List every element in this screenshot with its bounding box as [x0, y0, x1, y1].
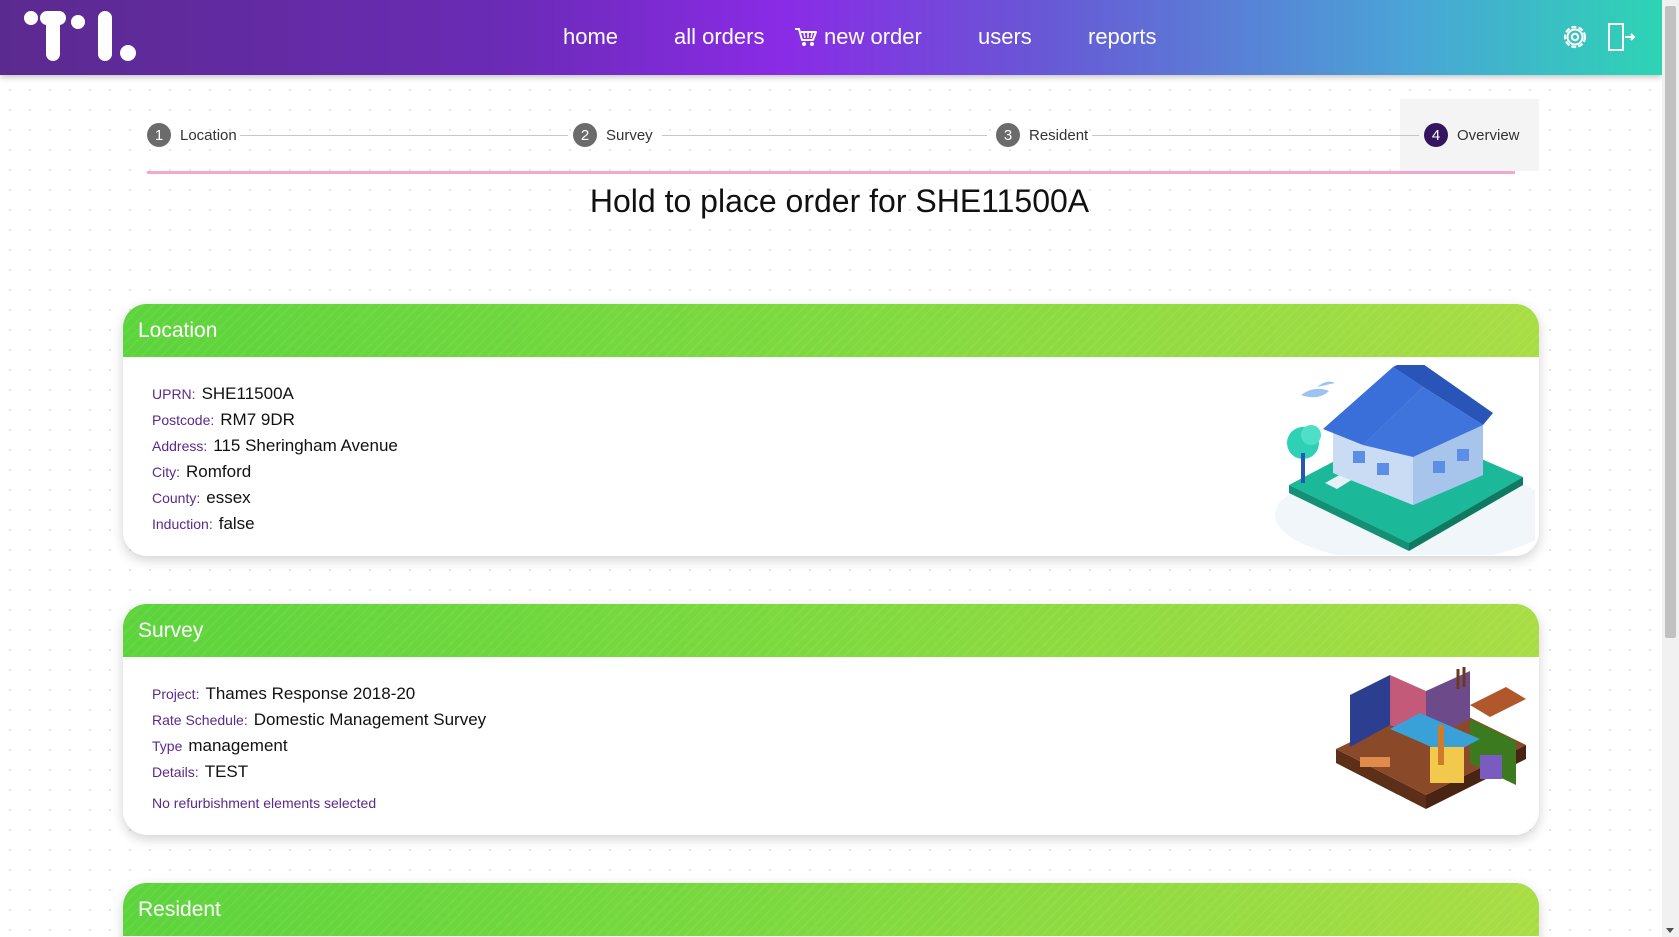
- logout-icon[interactable]: [1606, 22, 1636, 52]
- field-key: Details:: [152, 764, 199, 780]
- field-key: Rate Schedule:: [152, 712, 248, 728]
- field-key: Induction:: [152, 516, 213, 532]
- survey-card-body: Project: Thames Response 2018-20 Rate Sch…: [123, 657, 1539, 835]
- survey-field-type: Type management: [152, 733, 1510, 759]
- field-value: 115 Sheringham Avenue: [213, 436, 398, 455]
- stepper-progress-underline: [147, 171, 1515, 174]
- field-key: UPRN:: [152, 386, 196, 402]
- survey-card-header: Survey: [123, 604, 1539, 657]
- field-value: management: [188, 736, 288, 755]
- location-card: Location UPRN: SHE11500A Postcode: RM7 9DR…: [123, 304, 1539, 556]
- nav-all-orders[interactable]: all orders: [674, 22, 764, 52]
- top-navigation-bar: home all orders new order users reports: [0, 0, 1662, 75]
- step-label: Survey: [606, 126, 653, 144]
- refurbishment-note: No refurbishment elements selected: [152, 795, 377, 811]
- field-value: Thames Response 2018-20: [205, 684, 416, 703]
- field-key: City:: [152, 464, 180, 480]
- step-location[interactable]: 1 Location: [147, 123, 237, 147]
- field-value: Romford: [186, 462, 252, 481]
- house-illustration: [1275, 365, 1535, 555]
- step-connector: [662, 135, 987, 136]
- field-key: County:: [152, 490, 201, 506]
- step-label: Resident: [1029, 126, 1089, 144]
- survey-field-rate-schedule: Rate Schedule: Domestic Management Survey: [152, 707, 1510, 733]
- page-title[interactable]: Hold to place order for SHE11500A: [0, 183, 1679, 220]
- nav-users[interactable]: users: [978, 22, 1032, 52]
- step-number: 2: [573, 123, 597, 147]
- resident-card: Resident: [123, 883, 1539, 937]
- field-key: Type: [152, 738, 183, 754]
- step-number: 3: [996, 123, 1020, 147]
- nav-home[interactable]: home: [563, 22, 618, 52]
- survey-card: Survey Project: Thames Response 2018-20 R…: [123, 604, 1539, 835]
- step-label: Location: [180, 126, 237, 144]
- page-scrollbar[interactable]: [1662, 0, 1679, 937]
- nav-new-order[interactable]: new order: [794, 22, 922, 52]
- step-resident[interactable]: 3 Resident: [996, 123, 1088, 147]
- nav-home-label: home: [563, 24, 619, 49]
- settings-icon[interactable]: [1560, 22, 1590, 52]
- step-label: Overview: [1457, 126, 1520, 144]
- location-card-header: Location: [123, 304, 1539, 357]
- nav-users-label: users: [978, 24, 1032, 49]
- field-value: Domestic Management Survey: [253, 710, 487, 729]
- step-overview[interactable]: 4 Overview: [1424, 123, 1520, 147]
- field-value: essex: [206, 488, 251, 507]
- field-value: RM7 9DR: [220, 410, 295, 429]
- step-connector: [1092, 135, 1419, 136]
- survey-field-project: Project: Thames Response 2018-20: [152, 681, 1510, 707]
- scrollbar-thumb[interactable]: [1665, 6, 1676, 638]
- nav-reports[interactable]: reports: [1088, 22, 1156, 52]
- scroll-down-arrow-icon[interactable]: [1666, 928, 1674, 933]
- nav-all-orders-label: all orders: [674, 24, 765, 49]
- app-logo[interactable]: [22, 10, 138, 62]
- step-number: 1: [147, 123, 171, 147]
- survey-field-details: Details: TEST: [152, 759, 1510, 785]
- field-value: SHE11500A: [201, 384, 294, 403]
- nav-reports-label: reports: [1088, 24, 1157, 49]
- resident-card-header: Resident: [123, 883, 1539, 936]
- location-card-body: UPRN: SHE11500A Postcode: RM7 9DR Address:…: [123, 357, 1539, 556]
- field-value: TEST: [204, 762, 249, 781]
- field-key: Postcode:: [152, 412, 215, 428]
- house-cutaway-illustration: [1336, 667, 1526, 809]
- field-key: Address:: [152, 438, 208, 454]
- field-value: false: [218, 514, 255, 533]
- step-number: 4: [1424, 123, 1448, 147]
- cart-icon: [795, 28, 817, 46]
- nav-new-order-label: new order: [824, 24, 922, 49]
- step-connector: [240, 135, 568, 136]
- field-key: Project:: [152, 686, 200, 702]
- step-survey[interactable]: 2 Survey: [573, 123, 653, 147]
